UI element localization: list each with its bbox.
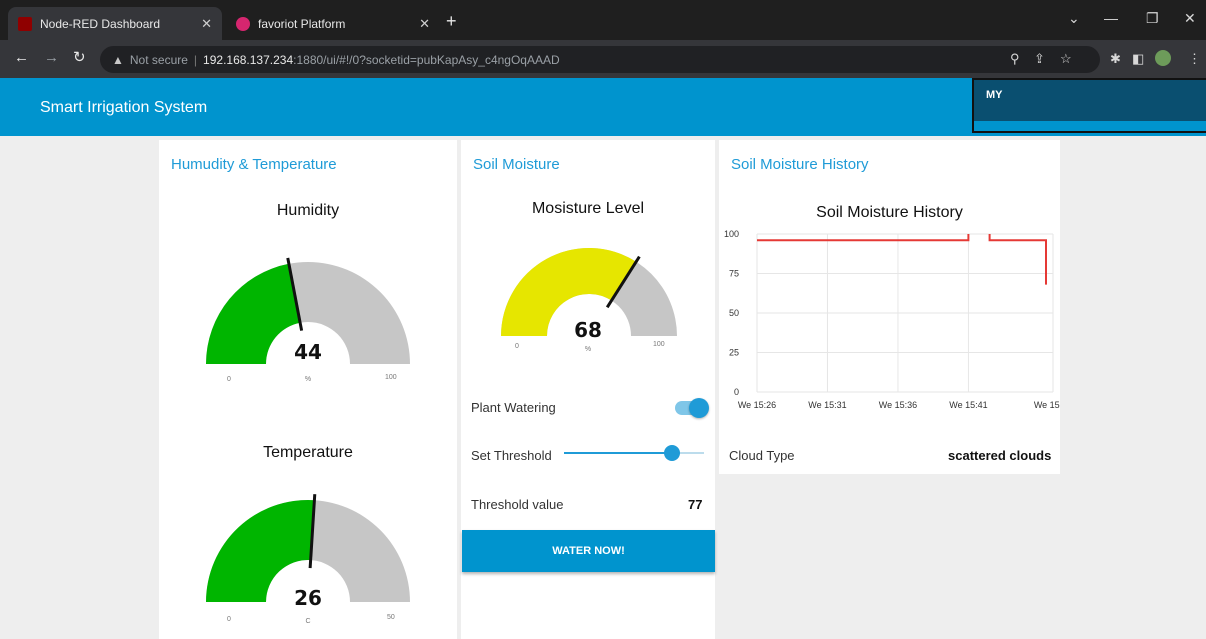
reload-icon[interactable]: ↻ [73,50,86,66]
tab-search-icon[interactable]: ⌄ [1068,10,1080,27]
close-window-icon[interactable]: ✕ [1184,10,1196,27]
card-title: Humudity & Temperature [171,156,337,173]
temperature-max: 50 [387,614,395,621]
browser-tabbar: Node-RED Dashboard ✕ favoriot Platform ✕… [0,0,1206,40]
humidity-min: 0 [227,376,231,383]
restore-icon[interactable]: ❐ [1146,10,1159,27]
address-bar[interactable]: ▲ Not secure | 192.168.137.234 :1880/ui/… [100,46,1100,73]
tab-title: Node-RED Dashboard [40,16,161,31]
card-title: Soil Moisture [473,156,560,173]
threshold-slider-label: Set Threshold [471,448,552,463]
tab-node-red-dashboard[interactable]: Node-RED Dashboard ✕ [8,7,222,40]
x-tick-label: We 15:47 [1034,400,1060,410]
minimize-icon[interactable]: — [1104,10,1118,26]
tab-favoriot-platform[interactable]: favoriot Platform ✕ [226,7,440,40]
bookmark-star-icon[interactable]: ☆ [1060,51,1072,67]
new-tab-button[interactable]: + [446,12,457,30]
profile-avatar[interactable] [1155,50,1171,66]
slider-thumb[interactable] [663,445,680,461]
soil-moisture-history-chart: 0 25 50 75 100 We 15:26 We 15:31 We 15:36 We 15:… [724,229,1060,410]
moisture-max: 100 [653,341,665,348]
slider-fill [564,452,672,454]
humidity-value: 44 [294,340,322,364]
series-line [988,234,1047,285]
menu-icon[interactable]: ⋮ [1188,51,1201,67]
y-tick-label: 75 [729,269,739,279]
forward-icon[interactable]: → [44,50,59,66]
zoom-icon[interactable]: ⚲ [1010,51,1020,67]
water-now-button[interactable]: WATER NOW! [462,530,715,572]
card-title: Soil Moisture History [731,156,869,173]
threshold-value-label: Threshold value [471,497,564,512]
dashboard-header: Smart Irrigation System MY [0,78,1206,136]
page-title: Smart Irrigation System [40,99,208,116]
node-red-favicon-icon [18,16,32,31]
cloud-type-value: scattered clouds [948,448,1052,463]
series-line [757,234,970,242]
humidity-label: Humidity [276,202,340,219]
x-tick-label: We 15:41 [949,400,987,410]
moisture-value: 68 [574,318,602,342]
side-panel-icon[interactable]: ◧ [1132,51,1144,67]
close-tab-icon[interactable]: ✕ [419,16,430,32]
moisture-min: 0 [515,343,519,350]
security-status: Not secure [129,52,188,67]
temperature-label: Temperature [263,444,353,461]
browser-toolbar: ← → ↻ ▲ Not secure | 192.168.137.234 :18… [0,40,1206,78]
back-icon[interactable]: ← [14,50,29,66]
extensions-icon[interactable]: ✱ [1110,51,1121,67]
humidity-unit: % [304,376,312,383]
panel-bar [974,121,1206,131]
soil-moisture-history-card: Soil Moisture History Soil Moisture Hist… [719,140,1060,474]
soil-moisture-card: Soil Moisture Mosisture Level 68 % 0 100… [461,140,715,639]
temperature-unit: C [305,618,311,625]
header-side-panel[interactable]: MY [972,78,1206,133]
url-path: :1880/ui/#!/0?socketid=pubKapAsy_c4ngOqA… [293,52,560,67]
plant-watering-toggle[interactable] [675,398,709,418]
y-tick-label: 25 [729,348,739,358]
threshold-slider[interactable] [564,444,704,462]
x-tick-label: We 15:26 [738,400,776,410]
temperature-min: 0 [227,616,231,623]
close-tab-icon[interactable]: ✕ [201,16,212,32]
x-tick-label: We 15:36 [879,400,917,410]
humidity-max: 100 [385,374,397,381]
share-icon[interactable]: ⇪ [1034,51,1045,67]
y-tick-label: 100 [724,229,739,239]
x-tick-label: We 15:31 [808,400,846,410]
chart-title: Soil Moisture History [816,204,963,221]
watering-label: Plant Watering [471,400,556,415]
y-tick-label: 50 [729,308,739,318]
moisture-label: Mosisture Level [531,200,645,217]
warning-icon: ▲ [112,52,124,67]
favoriot-favicon-icon [236,16,250,31]
threshold-value: 77 [688,497,703,512]
humidity-temperature-card: Humudity & Temperature Humidity 44 % 0 1… [159,140,457,639]
moisture-unit: % [584,346,592,353]
y-tick-label: 0 [734,387,739,397]
temperature-value: 26 [294,586,322,610]
url-host: 192.168.137.234 [203,52,294,67]
tab-title: favoriot Platform [258,16,346,31]
toggle-knob[interactable] [689,398,709,418]
cloud-type-label: Cloud Type [729,448,795,463]
panel-label: MY [986,89,1003,101]
